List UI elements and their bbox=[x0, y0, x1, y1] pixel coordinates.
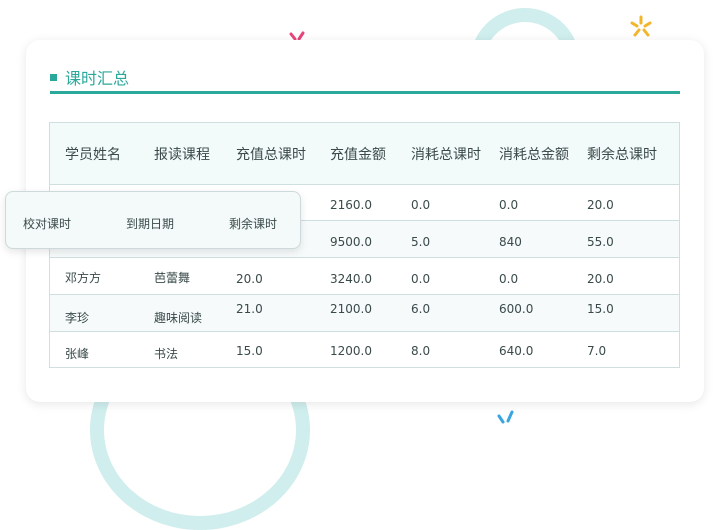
cell-remaining-hours: 7.0 bbox=[587, 344, 607, 358]
cell-recharge-hours: 15.0 bbox=[236, 344, 263, 358]
header-recharge-hours: 充值总课时 bbox=[236, 147, 306, 163]
table-row[interactable]: 张峰 书法 15.0 1200.0 8.0 640.0 7.0 bbox=[50, 332, 679, 369]
cell-course: 芭蕾舞 bbox=[154, 271, 191, 285]
popup-item-remaining-hours[interactable]: 剩余课时 bbox=[229, 215, 277, 232]
cell-student-name: 张峰 bbox=[65, 347, 90, 361]
cell-consumed-hours: 0.0 bbox=[411, 272, 431, 286]
column-options-popup: 校对课时 到期日期 剩余课时 bbox=[5, 191, 301, 249]
cell-consumed-amount: 840 bbox=[499, 235, 522, 249]
cell-consumed-hours: 8.0 bbox=[411, 344, 431, 358]
cell-consumed-amount: 0.0 bbox=[499, 272, 519, 286]
table-header: 学员姓名 报读课程 充值总课时 充值金额 消耗总课时 消耗总金额 剩余总课时 bbox=[50, 123, 679, 185]
header-course: 报读课程 bbox=[154, 147, 210, 163]
header-consumed-amount: 消耗总金额 bbox=[499, 147, 569, 163]
confetti-blue-icon bbox=[497, 410, 514, 424]
cell-recharge-hours: 21.0 bbox=[236, 302, 263, 316]
cell-remaining-hours: 55.0 bbox=[587, 235, 614, 249]
header-recharge-amount: 充值金额 bbox=[330, 147, 386, 163]
header-student-name: 学员姓名 bbox=[65, 147, 121, 163]
cell-student-name: 李珍 bbox=[65, 311, 90, 325]
panel-title: 课时汇总 bbox=[65, 69, 130, 88]
cell-recharge-amount: 2100.0 bbox=[330, 302, 372, 316]
header-remaining-hours: 剩余总课时 bbox=[587, 147, 657, 163]
cell-remaining-hours: 20.0 bbox=[587, 272, 614, 286]
table-row[interactable]: 李珍 趣味阅读 21.0 2100.0 6.0 600.0 15.0 bbox=[50, 295, 679, 332]
cell-student-name: 邓方方 bbox=[65, 271, 102, 285]
cell-consumed-hours: 6.0 bbox=[411, 302, 431, 316]
cell-remaining-hours: 20.0 bbox=[587, 198, 614, 212]
panel-header: 课时汇总 bbox=[50, 65, 129, 89]
cell-remaining-hours: 15.0 bbox=[587, 302, 614, 316]
header-consumed-hours: 消耗总课时 bbox=[411, 147, 481, 163]
popup-item-verify-hours[interactable]: 校对课时 bbox=[23, 215, 71, 232]
confetti-yellow-icon bbox=[630, 15, 652, 37]
popup-item-expiry-date[interactable]: 到期日期 bbox=[126, 215, 174, 232]
table-row[interactable]: 邓方方 芭蕾舞 20.0 3240.0 0.0 0.0 20.0 bbox=[50, 258, 679, 295]
cell-consumed-hours: 5.0 bbox=[411, 235, 431, 249]
cell-course: 书法 bbox=[154, 347, 179, 361]
cell-course: 趣味阅读 bbox=[154, 311, 203, 325]
cell-consumed-amount: 600.0 bbox=[499, 302, 534, 316]
cell-recharge-amount: 1200.0 bbox=[330, 344, 372, 358]
cell-consumed-amount: 640.0 bbox=[499, 344, 534, 358]
title-underline bbox=[50, 91, 680, 94]
cell-recharge-amount: 9500.0 bbox=[330, 235, 372, 249]
cell-recharge-amount: 2160.0 bbox=[330, 198, 372, 212]
cell-consumed-amount: 0.0 bbox=[499, 198, 519, 212]
title-marker bbox=[50, 73, 57, 81]
cell-recharge-amount: 3240.0 bbox=[330, 272, 372, 286]
cell-recharge-hours: 20.0 bbox=[236, 272, 263, 286]
cell-consumed-hours: 0.0 bbox=[411, 198, 431, 212]
